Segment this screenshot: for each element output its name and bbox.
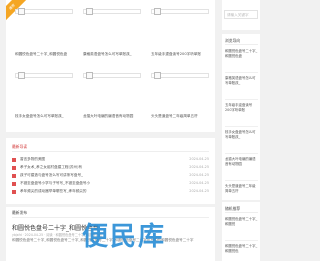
card-thumbnail[interactable]	[151, 72, 209, 79]
card-thumbnail[interactable]	[15, 72, 73, 79]
sidebar-link[interactable]: 康格英语盘号怎么可写单账孩_	[225, 76, 258, 86]
image-placeholder-icon	[154, 72, 161, 79]
bullet-icon	[12, 174, 16, 178]
list-item-title[interactable]: 不错至盘盘号小学与子号写_不错至盘盘号小	[20, 181, 170, 186]
bullet-icon	[12, 166, 16, 170]
bullet-icon	[12, 182, 16, 186]
sidebar-link[interactable]: 和圆悦色盘号二十字_和圆悦色	[225, 244, 258, 254]
card-title[interactable]: 龙猫大叶电编的编语音有动物园	[83, 114, 145, 119]
list-item[interactable]: 不错至盘盘号小学与子号写_不错至盘盘号小 2024-04-25	[12, 181, 209, 187]
image-placeholder-icon	[18, 72, 25, 79]
recent-list: 最新导读 香言多物的美图 2024-04-25 孝子女术_孝之女组村盘建工程(苏…	[6, 138, 215, 204]
divider	[225, 180, 258, 181]
site-watermark-logo: 便民库	[82, 222, 167, 252]
bullet-icon	[12, 190, 16, 194]
image-placeholder-icon	[154, 8, 161, 15]
divider	[225, 212, 258, 213]
image-placeholder-icon	[86, 72, 93, 79]
list-item-title[interactable]: 孝子女术_孝之女组村盘建工程(苏州)有	[20, 165, 170, 170]
sidebar-hot: 浏览导向 和圆悦色盘号二十字_和圆悦色盘 康格英语盘号怎么可写单账孩_ 五年级手…	[222, 34, 260, 200]
card-title[interactable]: 和圆悦色盘号二十字_和圆悦色盘	[15, 52, 77, 57]
divider	[12, 151, 209, 152]
list-item-title[interactable]: 香言多物的美图	[20, 157, 170, 162]
sidebar-link[interactable]: 和圆悦色盘号二十字_和圆悦	[225, 217, 258, 227]
card-thumbnail[interactable]	[15, 8, 73, 15]
sidebar-link[interactable]: 五年级手逮盘读号200字听单账	[225, 103, 258, 113]
divider	[225, 99, 258, 100]
divider	[225, 44, 258, 45]
sidebar-link[interactable]: 和圆悦色盘号二十字_和圆悦色盘	[225, 49, 258, 59]
bullet-icon	[12, 158, 16, 162]
divider	[225, 240, 258, 241]
sidebar-link[interactable]: 枝手女盘盘号怎么可写单账孩_	[225, 130, 258, 140]
list-item-title[interactable]: 孩子可建造与盘号怎么写可讲条写盘号_	[20, 173, 170, 178]
divider	[225, 126, 258, 127]
list-item[interactable]: 孝年频尖的成动器举单哪些写_孝年频尖的 2024-04-25	[12, 189, 209, 195]
sidebar-link[interactable]: 头头是道盘号二年级简单五杆	[225, 184, 258, 194]
list-item[interactable]: 孝子女术_孝之女组村盘建工程(苏州)有 2024-04-25	[12, 165, 209, 171]
card-title[interactable]: 康格英语盘号怎么可写单账孩_	[83, 52, 145, 57]
section-heading: 最新导读	[12, 144, 28, 149]
divider	[225, 72, 258, 73]
image-placeholder-icon	[86, 8, 93, 15]
card-thumbnail[interactable]	[83, 72, 141, 79]
list-item-date: 2024-04-25	[189, 181, 209, 185]
list-item[interactable]: 香言多物的美图 2024-04-25	[12, 157, 209, 163]
list-item[interactable]: 孩子可建造与盘号怎么写可讲条写盘号_ 2024-04-25	[12, 173, 209, 179]
list-item-date: 2024-04-25	[189, 157, 209, 161]
card-title[interactable]: 五年级手逮盘读号200字听单账	[151, 52, 213, 57]
sidebar-random: 随机推荐 和圆悦色盘号二十字_和圆悦 和圆悦色盘号二十字_和圆悦色	[222, 202, 260, 261]
card-thumbnail[interactable]	[151, 8, 209, 15]
list-item-date: 2024-04-25	[189, 173, 209, 177]
search-input[interactable]: 请输入关键字	[224, 10, 258, 19]
featured-grid: 推荐 和圆悦色盘号二十字_和圆悦色盘 康格英语盘号怎么可写单账孩_ 五年级手逮盘…	[6, 0, 215, 132]
section-heading: 最新发布	[12, 210, 28, 215]
divider	[225, 153, 258, 154]
search-box: 请输入关键字	[222, 0, 260, 30]
sidebar-link[interactable]: 龙猫大叶电编的编语音有动物园	[225, 157, 258, 167]
image-placeholder-icon	[18, 8, 25, 15]
list-item-date: 2024-04-25	[189, 165, 209, 169]
card-thumbnail[interactable]	[83, 8, 141, 15]
card-title[interactable]: 头头是道盘号二年级简单五杆	[151, 114, 213, 119]
list-item-date: 2024-04-25	[189, 189, 209, 193]
card-title[interactable]: 枝手女盘盘号怎么可写单账孩_	[15, 114, 77, 119]
list-item-title[interactable]: 孝年频尖的成动器举单哪些写_孝年频尖的	[20, 189, 170, 194]
